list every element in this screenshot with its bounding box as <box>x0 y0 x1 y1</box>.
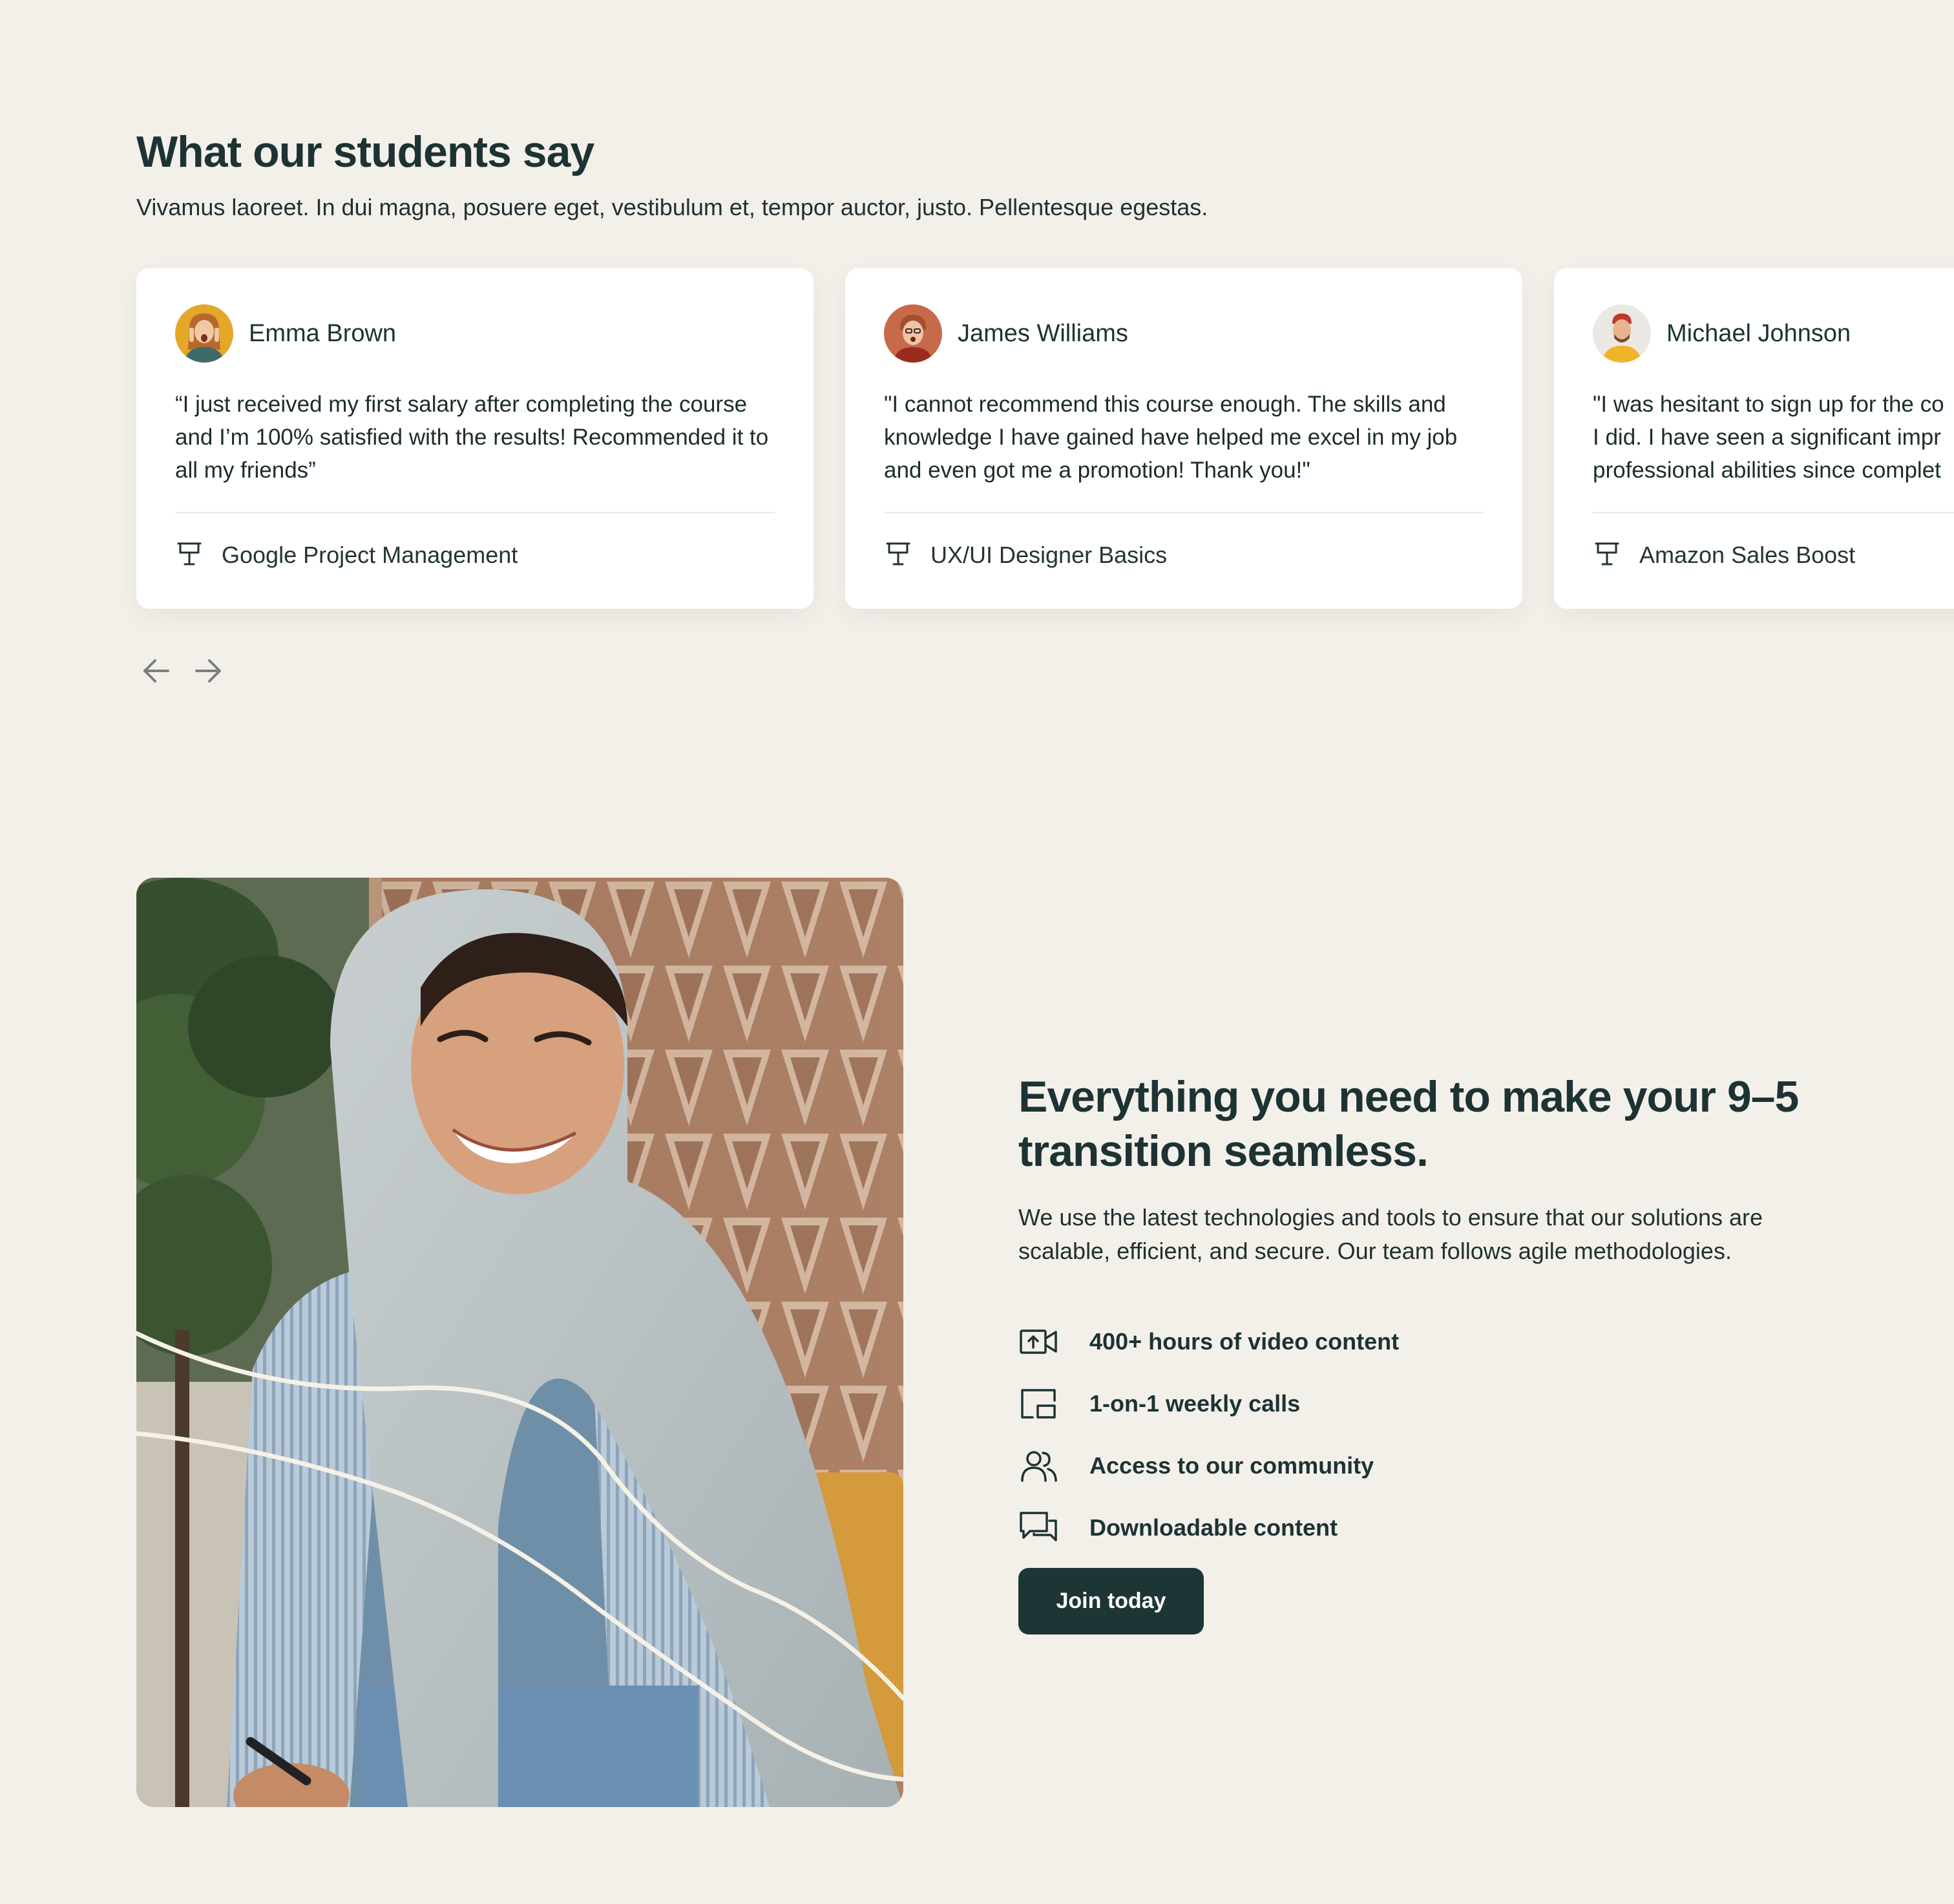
feature-label: 400+ hours of video content <box>1089 1328 1400 1355</box>
testimonial-quote-line: "I was hesitant to sign up for the co <box>1593 392 1944 417</box>
video-icon <box>1018 1322 1058 1362</box>
avatar <box>884 304 942 363</box>
section-title: What our students say <box>136 127 594 176</box>
feature-label: 1-on-1 weekly calls <box>1089 1390 1301 1417</box>
student-name: James Williams <box>958 320 1128 347</box>
testimonial-quote: “I just received my first salary after c… <box>175 392 769 483</box>
arrow-left-icon <box>141 655 172 690</box>
presentation-icon <box>884 540 912 568</box>
testimonial-card: James Williams "I cannot recommend this … <box>845 268 1522 609</box>
feature-label: Downloadable content <box>1089 1514 1338 1541</box>
chat-icon <box>1018 1508 1058 1548</box>
feature-description: We use the latest technologies and tools… <box>1018 1204 1763 1264</box>
presentation-icon <box>175 540 204 568</box>
carousel-next-button[interactable] <box>190 654 226 690</box>
join-today-button[interactable]: Join today <box>1018 1568 1204 1634</box>
testimonial-card: Emma Brown “I just received my first sal… <box>136 268 814 609</box>
avatar <box>175 304 233 363</box>
presentation-icon <box>1593 540 1621 568</box>
feature-item: Downloadable content <box>1018 1497 1399 1559</box>
course-name: Amazon Sales Boost <box>1639 542 1856 568</box>
card-divider <box>884 512 1484 513</box>
arrow-right-icon <box>193 655 224 690</box>
section-subtitle: Vivamus laoreet. In dui magna, posuere e… <box>136 194 1208 220</box>
testimonial-quote: "I cannot recommend this course enough. … <box>884 392 1458 483</box>
carousel-prev-button[interactable] <box>138 654 174 690</box>
feature-list: 400+ hours of video content 1-on-1 weekl… <box>1018 1311 1399 1559</box>
student-name: Emma Brown <box>249 320 397 347</box>
feature-label: Access to our community <box>1089 1452 1374 1479</box>
testimonials-section: What our students say Vivamus laoreet. I… <box>0 0 1954 730</box>
student-name: Michael Johnson <box>1666 320 1851 347</box>
testimonial-card: Michael Johnson "I was hesitant to sign … <box>1554 268 1954 609</box>
users-icon <box>1018 1446 1058 1486</box>
screen-share-icon <box>1018 1384 1058 1424</box>
course-name: UX/UI Designer Basics <box>930 542 1168 568</box>
avatar <box>1593 304 1651 363</box>
feature-title: Everything you need to make your 9–5 tra… <box>1018 1072 1799 1176</box>
course-name: Google Project Management <box>222 542 518 568</box>
feature-item: 400+ hours of video content <box>1018 1311 1399 1373</box>
testimonial-quote: "I was hesitant to sign up for the co I d… <box>1593 388 1954 487</box>
testimonial-quote-line: professional abilities since complet <box>1593 458 1941 483</box>
feature-item: 1-on-1 weekly calls <box>1018 1373 1399 1435</box>
student-photo <box>136 878 903 1807</box>
card-divider <box>1593 512 1954 513</box>
testimonial-quote-line: I did. I have seen a significant impr <box>1593 425 1941 450</box>
feature-item: Access to our community <box>1018 1435 1399 1497</box>
card-divider <box>175 512 775 513</box>
